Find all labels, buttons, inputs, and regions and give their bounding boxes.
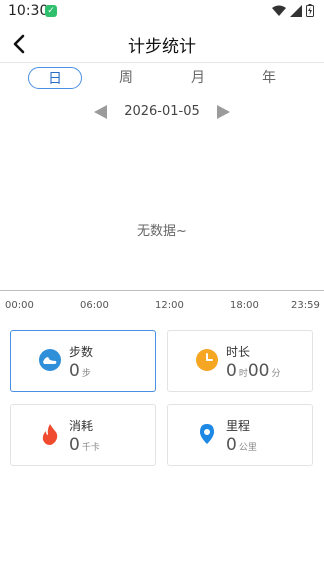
distance-unit: 公里 bbox=[238, 443, 257, 453]
no-data-text: 无数据~ bbox=[137, 224, 187, 239]
tab-week[interactable]: 周 bbox=[99, 67, 153, 89]
x-tick-label: 06:00 bbox=[80, 300, 109, 311]
steps-value: 0 步 bbox=[69, 361, 91, 381]
wifi-icon bbox=[272, 5, 286, 16]
x-tick-label: 23:59 bbox=[291, 300, 320, 311]
status-time: 10:30 bbox=[8, 3, 49, 19]
date-navigator: 2026-01-05 bbox=[0, 100, 324, 124]
status-icons bbox=[272, 4, 314, 17]
chart-x-axis bbox=[0, 290, 324, 291]
duration-value: 0 时 00 分 bbox=[226, 361, 281, 381]
steps-unit: 步 bbox=[81, 369, 91, 379]
hours-unit: 时 bbox=[238, 369, 248, 379]
status-bar: 10:30 ✓ bbox=[0, 0, 324, 24]
battery-icon bbox=[306, 4, 314, 17]
x-tick-label: 12:00 bbox=[155, 300, 184, 311]
distance-value: 0 公里 bbox=[226, 435, 257, 455]
x-tick-label: 00:00 bbox=[5, 300, 34, 311]
calories-unit: 千卡 bbox=[81, 443, 100, 453]
distance-label: 里程 bbox=[226, 419, 251, 433]
tab-month[interactable]: 月 bbox=[171, 67, 225, 89]
duration-hours: 0 bbox=[226, 361, 237, 381]
steps-label: 步数 bbox=[69, 345, 94, 359]
steps-card[interactable]: 步数 0 步 bbox=[10, 330, 156, 392]
distance-card[interactable]: 里程 0 公里 bbox=[167, 404, 313, 466]
current-date: 2026-01-05 bbox=[124, 104, 200, 119]
steps-number: 0 bbox=[69, 361, 80, 381]
calories-label: 消耗 bbox=[69, 419, 94, 433]
x-tick-label: 18:00 bbox=[230, 300, 259, 311]
page-title: 计步统计 bbox=[128, 37, 196, 57]
chart-x-axis-labels: 00:00 06:00 12:00 18:00 23:59 bbox=[0, 300, 324, 316]
flame-icon bbox=[42, 424, 58, 445]
sneaker-icon bbox=[39, 349, 61, 371]
calories-number: 0 bbox=[69, 435, 80, 455]
app-header: 计步统计 bbox=[0, 24, 324, 63]
steps-chart: 无数据~ bbox=[0, 130, 324, 290]
duration-card[interactable]: 时长 0 时 00 分 bbox=[167, 330, 313, 392]
tab-day[interactable]: 日 bbox=[28, 67, 82, 89]
clock-icon bbox=[196, 349, 218, 371]
location-pin-icon bbox=[200, 424, 214, 444]
signal-icon bbox=[290, 4, 302, 17]
distance-number: 0 bbox=[226, 435, 237, 455]
calories-value: 0 千卡 bbox=[69, 435, 100, 455]
tab-year[interactable]: 年 bbox=[242, 67, 296, 89]
minutes-unit: 分 bbox=[271, 369, 281, 379]
app-notification-icon: ✓ bbox=[45, 5, 57, 17]
duration-label: 时长 bbox=[226, 345, 251, 359]
next-date-button[interactable] bbox=[217, 105, 230, 119]
duration-minutes: 00 bbox=[247, 361, 270, 381]
calories-card[interactable]: 消耗 0 千卡 bbox=[10, 404, 156, 466]
period-tabs: 日 周 月 年 bbox=[0, 66, 324, 90]
